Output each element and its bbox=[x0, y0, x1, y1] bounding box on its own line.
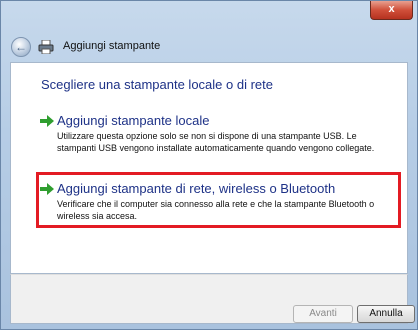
back-arrow-icon: ← bbox=[15, 40, 27, 54]
option-description: Verificare che il computer sia connesso … bbox=[57, 199, 375, 221]
close-icon: x bbox=[388, 3, 395, 15]
back-button[interactable]: ← bbox=[11, 37, 31, 57]
option-title[interactable]: Aggiungi stampante di rete, wireless o B… bbox=[57, 181, 335, 196]
page-heading: Scegliere una stampante locale o di rete bbox=[41, 77, 273, 92]
green-arrow-icon bbox=[40, 115, 54, 127]
option-title[interactable]: Aggiungi stampante locale bbox=[57, 113, 210, 128]
option-description: Utilizzare questa opzione solo se non si… bbox=[57, 131, 375, 153]
close-button[interactable]: x bbox=[370, 1, 413, 20]
window-title: Aggiungi stampante bbox=[63, 40, 161, 52]
wizard-content: Scegliere una stampante locale o di rete… bbox=[10, 62, 408, 274]
wizard-footer: Avanti Annulla bbox=[10, 274, 415, 324]
green-arrow-icon bbox=[40, 183, 54, 195]
wizard-header: ← Aggiungi stampante bbox=[6, 31, 412, 61]
printer-icon bbox=[38, 40, 54, 54]
next-button[interactable]: Avanti bbox=[293, 305, 353, 323]
cancel-button[interactable]: Annulla bbox=[357, 305, 415, 323]
